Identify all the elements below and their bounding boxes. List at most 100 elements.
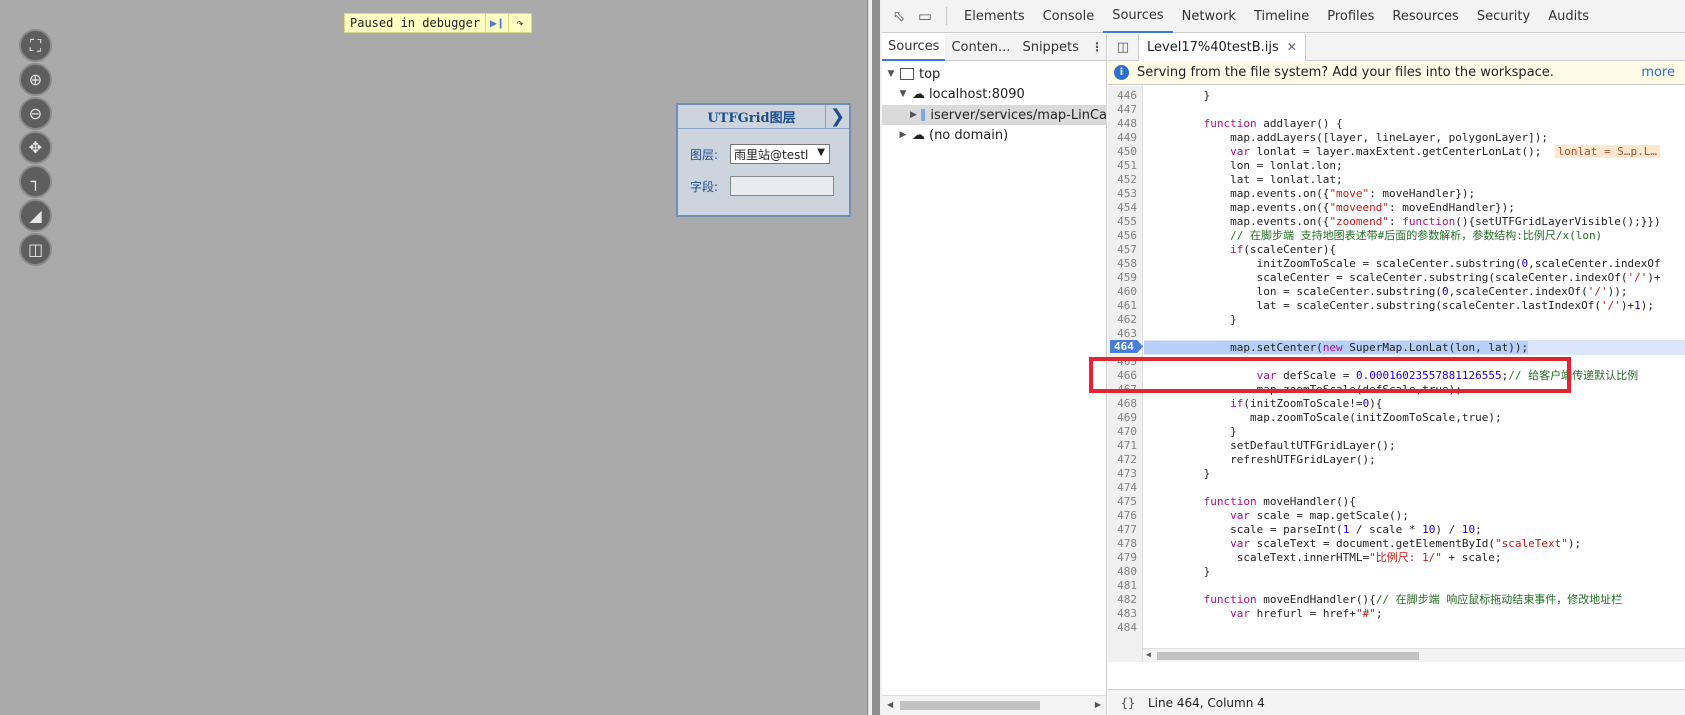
code-line[interactable]: function moveHandler(){ [1144, 494, 1685, 509]
code-line[interactable] [1144, 620, 1685, 635]
scrollbar-thumb[interactable] [1157, 652, 1419, 660]
current-code-line[interactable]: map.setCenter(new SuperMap.LonLat(lon, l… [1144, 340, 1685, 355]
line-number[interactable]: 451 [1108, 158, 1143, 173]
page-scrollbar[interactable] [868, 0, 882, 715]
line-number[interactable]: 458 [1108, 256, 1143, 271]
code-line[interactable]: scale = parseInt(1 / scale * 10) / 10; [1144, 522, 1685, 537]
line-number[interactable]: 454 [1108, 200, 1143, 215]
resume-icon[interactable]: ▶❙ [485, 14, 508, 32]
line-number[interactable]: 478 [1108, 536, 1143, 551]
code-line[interactable]: function moveEndHandler(){// 在脚步端 响应鼠标拖动… [1144, 592, 1685, 607]
code-line[interactable]: refreshUTFGridLayer(); [1144, 452, 1685, 467]
line-number[interactable]: 461 [1108, 298, 1143, 313]
more-options-icon[interactable]: ⋮ [1088, 40, 1106, 54]
code-line[interactable]: var scale = map.getScale(); [1144, 508, 1685, 523]
tab-security[interactable]: Security [1468, 0, 1539, 33]
tab-profiles[interactable]: Profiles [1318, 0, 1383, 33]
code-line[interactable] [1144, 326, 1685, 341]
device-mode-icon[interactable]: ▭ [912, 4, 938, 28]
measure-distance-icon[interactable]: ┐ [19, 165, 52, 198]
line-number[interactable]: 472 [1108, 452, 1143, 467]
step-over-icon[interactable]: ↷ [508, 14, 531, 32]
scrollbar-thumb[interactable] [872, 0, 880, 715]
line-number[interactable]: 463 [1108, 326, 1143, 341]
line-number[interactable]: 446 [1108, 88, 1143, 103]
more-link[interactable]: more [1641, 65, 1675, 80]
expanded-arrow-icon[interactable]: ▼ [886, 69, 896, 79]
code-line[interactable]: } [1144, 88, 1685, 103]
tab-network[interactable]: Network [1173, 0, 1245, 33]
tab-elements[interactable]: Elements [955, 0, 1034, 33]
code-line[interactable]: lon = lonlat.lon; [1144, 158, 1685, 173]
line-number[interactable]: 448 [1108, 116, 1143, 131]
line-number[interactable]: 468 [1108, 396, 1143, 411]
code-line[interactable]: map.events.on({"zoomend": function(){set… [1144, 214, 1685, 229]
tab-resources[interactable]: Resources [1383, 0, 1467, 33]
tree-item-iserver[interactable]: ▶ iserver/services/map-LinCa [882, 105, 1107, 125]
line-number[interactable]: 480 [1108, 564, 1143, 579]
line-number[interactable]: 483 [1108, 606, 1143, 621]
toggle-navigator-icon[interactable]: ◫ [1108, 40, 1138, 55]
line-number[interactable]: 450 [1108, 144, 1143, 159]
tab-audits[interactable]: Audits [1539, 0, 1598, 33]
code-line[interactable]: var hrefurl = href+"#"; [1144, 606, 1685, 621]
line-number[interactable]: 455 [1108, 214, 1143, 229]
scroll-left-icon[interactable]: ◀ [887, 700, 893, 709]
tab-console[interactable]: Console [1034, 0, 1104, 33]
line-number[interactable]: 456 [1108, 228, 1143, 243]
line-number[interactable]: 476 [1108, 508, 1143, 523]
clear-icon[interactable]: ◫ [19, 233, 52, 266]
code-line[interactable]: } [1144, 466, 1685, 481]
code-line[interactable]: map.zoomToScale(defScale,true); [1144, 382, 1685, 397]
zoom-in-icon[interactable]: ⊕ [19, 63, 52, 96]
line-number[interactable]: 469 [1108, 410, 1143, 425]
line-number[interactable]: 462 [1108, 312, 1143, 327]
line-number[interactable]: 484 [1108, 620, 1143, 635]
line-number[interactable]: 479 [1108, 550, 1143, 565]
code-line[interactable]: if(scaleCenter){ [1144, 242, 1685, 257]
code-line[interactable] [1144, 578, 1685, 593]
line-number[interactable]: 474 [1108, 480, 1143, 495]
code-line[interactable]: scaleCenter = scaleCenter.substring(scal… [1144, 270, 1685, 285]
code-line[interactable]: } [1144, 312, 1685, 327]
code-line[interactable]: function addlayer() { [1144, 116, 1685, 131]
chevron-right-icon[interactable]: ❯ [825, 104, 849, 129]
navigator-hscrollbar[interactable]: ◀ ▶ [882, 695, 1106, 715]
tree-item-localhost[interactable]: ▼ ☁ localhost:8090 [882, 84, 1107, 104]
code-line[interactable] [1144, 102, 1685, 117]
tree-item-no-domain[interactable]: ▶ ☁ (no domain) [882, 125, 1107, 145]
code-line[interactable]: var scaleText = document.getElementById(… [1144, 536, 1685, 551]
code-hscrollbar[interactable]: ◀ [1143, 648, 1685, 662]
measure-area-icon[interactable]: ◢ [19, 199, 52, 232]
scroll-left-icon[interactable]: ◀ [1146, 650, 1151, 659]
code-area[interactable]: 446 447 448 449 450 451 452 453 454 455 456 457 458 4… [1108, 86, 1685, 662]
code-line[interactable]: } [1144, 424, 1685, 439]
line-number[interactable]: 471 [1108, 438, 1143, 453]
line-number[interactable]: 470 [1108, 424, 1143, 439]
code-line[interactable]: // 在脚步端 支持地图表述带#后面的参数解析，参数结构:比例尺/x(lon) [1144, 228, 1685, 243]
code-line[interactable]: if(initZoomToScale!=0){ [1144, 396, 1685, 411]
code-line[interactable]: map.addLayers([layer, lineLayer, polygon… [1144, 130, 1685, 145]
code-line[interactable]: map.events.on({"move": moveHandler}); [1144, 186, 1685, 201]
pan-icon[interactable]: ✥ [19, 131, 52, 164]
map-viewport[interactable]: Paused in debugger ▶❙ ↷ ⛶ ⊕ ⊖ ✥ ┐ ◢ ◫ UT… [0, 0, 868, 715]
line-number[interactable]: 475 [1108, 494, 1143, 509]
collapsed-arrow-icon[interactable]: ▶ [898, 130, 908, 140]
code-line[interactable] [1144, 480, 1685, 495]
code-line[interactable]: setDefaultUTFGridLayer(); [1144, 438, 1685, 453]
code-line[interactable]: scaleText.innerHTML="比例尺: 1/" + scale; [1144, 550, 1685, 565]
line-number[interactable]: 449 [1108, 130, 1143, 145]
code-line[interactable]: } [1144, 564, 1685, 579]
code-line[interactable]: var lonlat = layer.maxExtent.getCenterLo… [1144, 144, 1685, 159]
navigator-tab-snippets[interactable]: Snippets [1016, 34, 1084, 61]
code-line[interactable] [1144, 354, 1685, 369]
tab-timeline[interactable]: Timeline [1245, 0, 1318, 33]
file-tab[interactable]: Level17%40testB.ijs ✕ [1138, 33, 1306, 61]
line-number[interactable]: 466 [1108, 368, 1143, 383]
line-number[interactable]: 460 [1108, 284, 1143, 299]
navigator-tab-sources[interactable]: Sources [882, 33, 946, 61]
line-number[interactable]: 459 [1108, 270, 1143, 285]
collapsed-arrow-icon[interactable]: ▶ [910, 110, 917, 120]
full-extent-icon[interactable]: ⛶ [19, 29, 52, 62]
close-icon[interactable]: ✕ [1287, 40, 1297, 54]
